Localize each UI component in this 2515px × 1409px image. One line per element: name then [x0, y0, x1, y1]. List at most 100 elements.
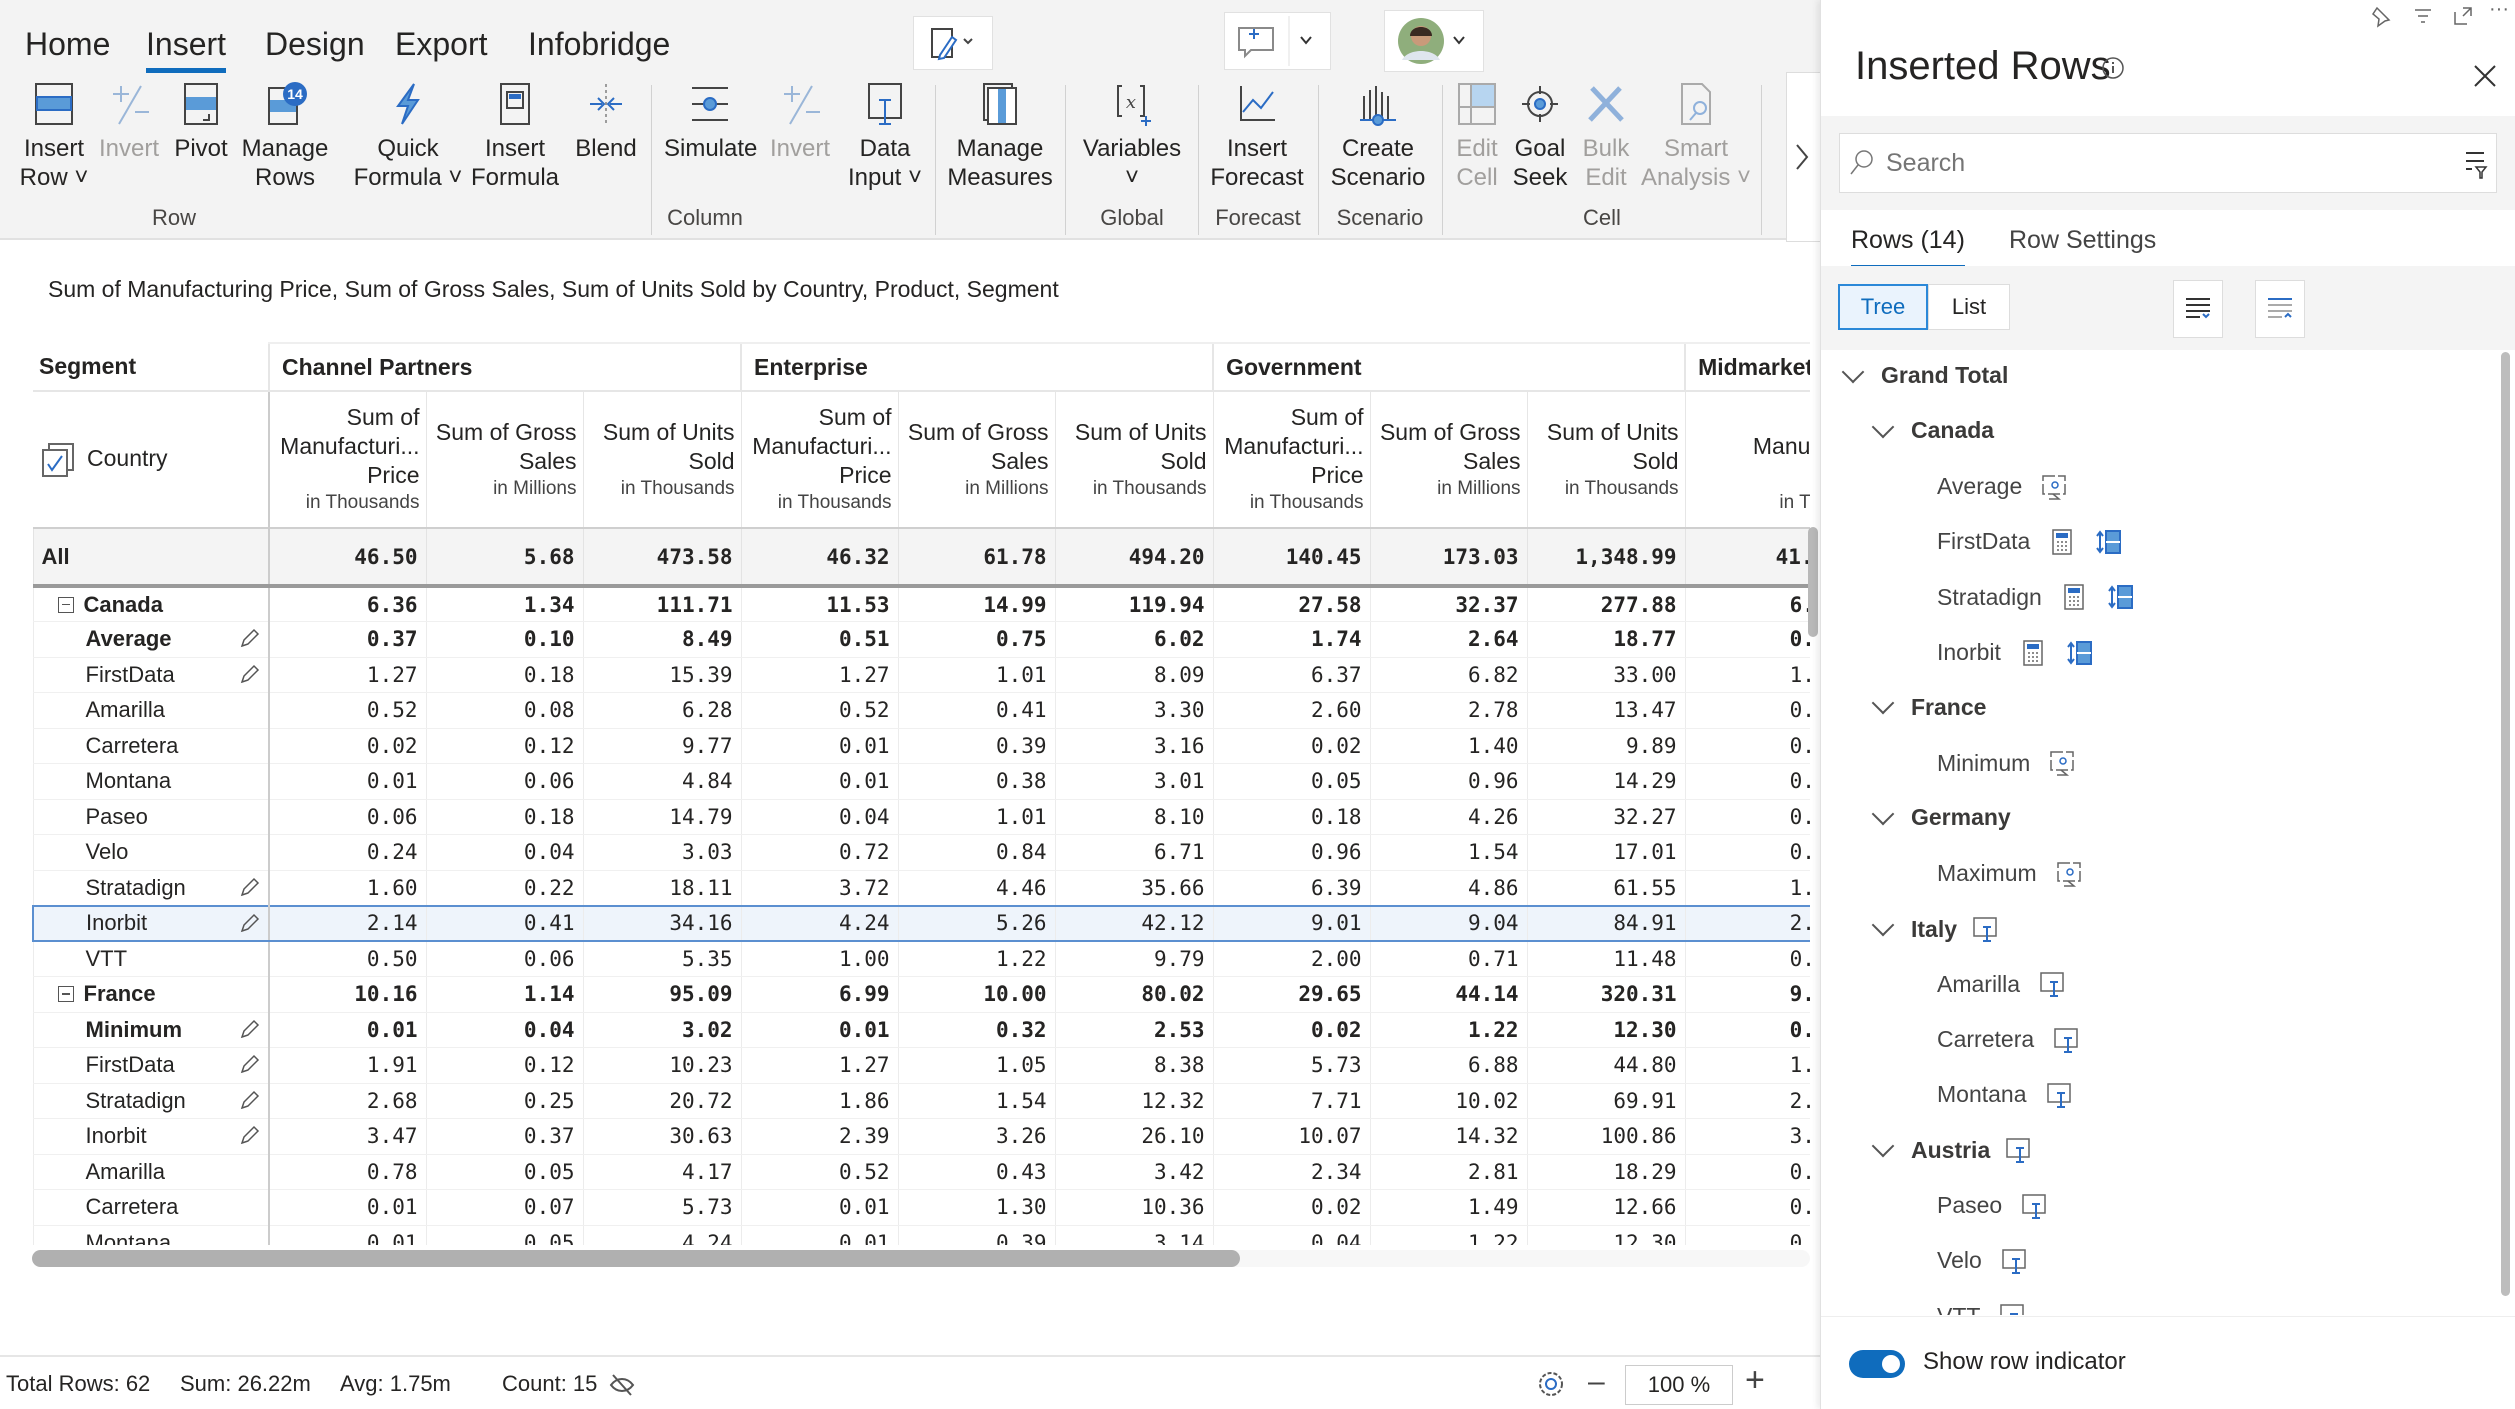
edit-pencil-icon[interactable] [238, 913, 260, 935]
cell-value[interactable]: 0.01 [740, 728, 899, 764]
cell-value[interactable]: 0.05 [425, 1154, 583, 1190]
chevron-down-icon[interactable] [1871, 913, 1895, 937]
tree-item[interactable]: Austria [1871, 1134, 2032, 1164]
tree-item[interactable]: Amarilla [1937, 970, 2066, 998]
list-view-button[interactable]: List [1928, 284, 2010, 330]
cell-value[interactable]: 10.23 [582, 1047, 742, 1084]
cell-value[interactable]: 0.01 [740, 1012, 899, 1048]
cell-value[interactable]: 1.74 [1212, 621, 1371, 658]
comment-button[interactable] [1224, 12, 1331, 70]
cell-value[interactable]: 0. [1684, 834, 1810, 871]
cell-value[interactable]: 0.06 [268, 799, 426, 835]
cell-value[interactable]: 3.02 [582, 1012, 742, 1048]
bulk-edit-button[interactable]: Bulk Edit [1576, 82, 1636, 192]
data-input-icon[interactable] [2004, 1136, 2032, 1164]
filter-list-icon[interactable] [2456, 143, 2496, 183]
search-input[interactable] [1886, 148, 2456, 178]
cell-value[interactable]: 29.65 [1212, 976, 1371, 1013]
measure-header[interactable]: Sum of Manufacturi... Price in Thousands [1212, 390, 1371, 528]
cell-value[interactable]: 0.02 [1212, 728, 1371, 764]
cell-value[interactable]: 0.04 [1212, 1225, 1371, 1245]
cell-value[interactable]: 0.41 [425, 904, 583, 942]
data-input-icon[interactable] [2038, 970, 2066, 998]
cell-value[interactable]: 18.29 [1526, 1154, 1686, 1190]
tree-item[interactable]: Montana [1937, 1081, 2073, 1109]
cell-value[interactable]: 0.06 [425, 763, 583, 800]
table-row[interactable]: FirstData 1.27 0.18 15.39 1.27 1.01 8.09 6.37 6.… [32, 657, 1810, 693]
cell-value[interactable]: 12.30 [1526, 1012, 1686, 1048]
tree-item[interactable]: Grand Total [1841, 360, 2008, 389]
cell-value[interactable]: 14.79 [582, 799, 742, 835]
smart-analysis-button[interactable]: Smart Analysis ˅ [1640, 82, 1752, 192]
close-icon[interactable] [2471, 62, 2499, 90]
cell-value[interactable]: 0.12 [425, 1047, 583, 1084]
grand-total-row[interactable]: All 46.50 5.68 473.58 46.32 61.78 494.20 140.45… [32, 527, 1810, 588]
settings-gear-icon[interactable] [1534, 1367, 1568, 1401]
cell-value[interactable]: 1.86 [740, 1083, 899, 1119]
blend-button[interactable]: Blend [572, 82, 640, 163]
cell-value[interactable]: 1.54 [1369, 834, 1528, 871]
checkbox-icon[interactable] [41, 442, 77, 478]
cell-value[interactable]: 3.47 [268, 1118, 426, 1155]
cell-value[interactable]: 6.02 [1054, 621, 1214, 658]
cell-value[interactable]: 100.86 [1526, 1118, 1686, 1155]
chevron-down-icon[interactable] [1871, 802, 1895, 826]
cell-value[interactable]: 2.60 [1212, 692, 1371, 729]
cell-value[interactable]: 0.02 [1212, 1012, 1371, 1048]
cell-value[interactable]: 8.38 [1054, 1047, 1214, 1084]
cell-value[interactable]: 6.88 [1369, 1047, 1528, 1084]
cell-value[interactable]: 0. [1684, 621, 1810, 658]
cell-value[interactable]: 2.00 [1212, 941, 1371, 977]
table-row[interactable]: VTT 0.50 0.06 5.35 1.00 1.22 9.79 2.00 0.71 11.48… [32, 941, 1810, 977]
cell-value[interactable]: 0.39 [897, 1225, 1056, 1245]
tree-item[interactable]: Minimum [1937, 749, 2076, 777]
cell-value[interactable]: 32.27 [1526, 799, 1686, 835]
calculator-icon[interactable] [2048, 528, 2076, 556]
cell-value[interactable]: 3.01 [1054, 763, 1214, 800]
cell-value[interactable]: 0.37 [425, 1118, 583, 1155]
cell-value[interactable]: 0.75 [897, 621, 1056, 658]
cell-value[interactable]: 26.10 [1054, 1118, 1214, 1155]
cell-value[interactable]: 33.00 [1526, 657, 1686, 693]
insert-formula-button[interactable]: Insert Formula [468, 82, 562, 192]
table-row[interactable]: Inorbit 3.47 0.37 30.63 2.39 3.26 26.10 10.07 14… [32, 1118, 1810, 1155]
swap-rows-icon[interactable] [2106, 583, 2134, 611]
cell-value[interactable]: 9.89 [1526, 728, 1686, 764]
zoom-out-button[interactable]: – [1588, 1365, 1605, 1399]
cell-value[interactable]: 0. [1684, 728, 1810, 764]
cell-value[interactable]: 2.68 [268, 1083, 426, 1119]
edit-pencil-icon[interactable] [238, 1125, 260, 1147]
ribbon-scroll-right-button[interactable] [1786, 72, 1820, 242]
chevron-down-icon[interactable] [1871, 1134, 1895, 1158]
cell-value[interactable]: 6.37 [1212, 657, 1371, 693]
tree-item[interactable]: Italy [1871, 913, 1999, 943]
tab-design[interactable]: Design [265, 26, 365, 63]
cell-value[interactable]: 6.82 [1369, 657, 1528, 693]
filter-icon[interactable] [2411, 4, 2435, 28]
cell-value[interactable]: 0. [1684, 941, 1810, 977]
cell-value[interactable]: 4.24 [740, 904, 899, 942]
cell-value[interactable]: 6.28 [582, 692, 742, 729]
cell-value[interactable]: 111.71 [582, 586, 742, 622]
cell-value[interactable]: 17.01 [1526, 834, 1686, 871]
chevron-down-icon[interactable] [1871, 415, 1895, 439]
segment-header[interactable]: Government [1212, 342, 1686, 391]
measure-header[interactable]: Sum of Units Sold in Thousands [1526, 390, 1686, 528]
cell-value[interactable]: 0.18 [1212, 799, 1371, 835]
cell-value[interactable]: 277.88 [1526, 586, 1686, 622]
calculator-icon[interactable] [2019, 639, 2047, 667]
cell-value[interactable]: 20.72 [582, 1083, 742, 1119]
tree-item[interactable]: Paseo [1937, 1192, 2048, 1220]
search-box[interactable] [1839, 133, 2497, 193]
cell-value[interactable]: 0.01 [740, 1225, 899, 1245]
cell-value[interactable]: 84.91 [1526, 904, 1686, 942]
cell-value[interactable]: 69.91 [1526, 1083, 1686, 1119]
cell-value[interactable]: 473.58 [582, 527, 742, 588]
table-row[interactable]: Stratadign 1.60 0.22 18.11 3.72 4.46 35.66 6.39… [32, 870, 1810, 906]
cell-value[interactable]: 0.01 [268, 763, 426, 800]
cell-value[interactable]: 0.01 [740, 763, 899, 800]
cell-value[interactable]: 2.34 [1212, 1154, 1371, 1190]
tab-row-settings[interactable]: Row Settings [2009, 226, 2156, 255]
table-row[interactable]: Amarilla 0.78 0.05 4.17 0.52 0.43 3.42 2.34 2.81… [32, 1154, 1810, 1190]
cell-value[interactable]: 1.05 [897, 1047, 1056, 1084]
